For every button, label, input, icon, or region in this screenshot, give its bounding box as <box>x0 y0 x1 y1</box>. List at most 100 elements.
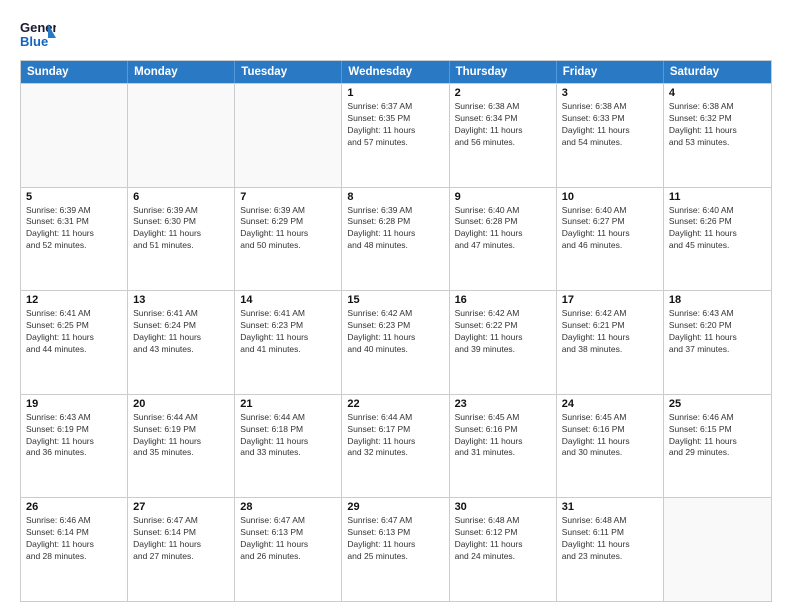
day-number: 7 <box>240 191 336 203</box>
day-cell-22: 22Sunrise: 6:44 AM Sunset: 6:17 PM Dayli… <box>342 395 449 498</box>
day-number: 28 <box>240 501 336 513</box>
page: General Blue SundayMondayTuesdayWednesda… <box>0 0 792 612</box>
day-info: Sunrise: 6:47 AM Sunset: 6:13 PM Dayligh… <box>347 515 443 563</box>
day-cell-20: 20 Sunrise: 6:44 AM Sunset: 6:19 PM Dayli… <box>128 395 235 498</box>
day-info: Sunrise: 6:45 AM Sunset: 6:16 PM Dayligh… <box>455 412 551 460</box>
day-cell-23: 23 Sunrise: 6:45 AM Sunset: 6:16 PM Dayli… <box>450 395 557 498</box>
day-number: 3 <box>562 87 658 99</box>
day-info: Sunrise: 6:39 AM Sunset: 6:31 PM Dayligh… <box>26 205 122 253</box>
day-number: 23 <box>455 398 551 410</box>
day-number: 26 <box>26 501 122 513</box>
day-cell-3: 3 Sunrise: 6:38 AM Sunset: 6:33 PM Daylig… <box>557 84 664 187</box>
day-cell-28: 28Sunrise: 6:47 AM Sunset: 6:13 PM Dayli… <box>235 498 342 601</box>
day-number: 4 <box>669 87 766 99</box>
day-info: Sunrise: 6:42 AM Sunset: 6:21 PM Dayligh… <box>562 308 658 356</box>
day-cell-8: 8 Sunrise: 6:39 AM Sunset: 6:28 PM Daylig… <box>342 188 449 291</box>
day-number: 10 <box>562 191 658 203</box>
calendar-body: 1 Sunrise: 6:37 AM Sunset: 6:35 PM Daylig… <box>21 83 771 601</box>
day-cell-25: 25 Sunrise: 6:46 AM Sunset: 6:15 PM Dayli… <box>664 395 771 498</box>
day-info: Sunrise: 6:39 AM Sunset: 6:30 PM Dayligh… <box>133 205 229 253</box>
day-number: 29 <box>347 501 443 513</box>
day-number: 12 <box>26 294 122 306</box>
day-info: Sunrise: 6:42 AM Sunset: 6:23 PM Dayligh… <box>347 308 443 356</box>
day-cell-2: 2Sunrise: 6:38 AM Sunset: 6:34 PM Daylig… <box>450 84 557 187</box>
day-cell-31: 31 Sunrise: 6:48 AM Sunset: 6:11 PM Dayli… <box>557 498 664 601</box>
day-info: Sunrise: 6:44 AM Sunset: 6:19 PM Dayligh… <box>133 412 229 460</box>
day-number: 17 <box>562 294 658 306</box>
day-number: 11 <box>669 191 766 203</box>
empty-cell-r4c6 <box>664 498 771 601</box>
logo-icon: General Blue <box>20 16 56 52</box>
day-cell-29: 29 Sunrise: 6:47 AM Sunset: 6:13 PM Dayli… <box>342 498 449 601</box>
day-cell-14: 14 Sunrise: 6:41 AM Sunset: 6:23 PM Dayli… <box>235 291 342 394</box>
calendar-header: SundayMondayTuesdayWednesdayThursdayFrid… <box>21 61 771 83</box>
day-number: 22 <box>347 398 443 410</box>
day-info: Sunrise: 6:41 AM Sunset: 6:25 PM Dayligh… <box>26 308 122 356</box>
calendar-row-2: 5 Sunrise: 6:39 AM Sunset: 6:31 PM Daylig… <box>21 187 771 291</box>
calendar-row-5: 26 Sunrise: 6:46 AM Sunset: 6:14 PM Dayli… <box>21 497 771 601</box>
day-cell-27: 27Sunrise: 6:47 AM Sunset: 6:14 PM Dayli… <box>128 498 235 601</box>
weekday-header-monday: Monday <box>128 61 235 83</box>
header: General Blue <box>20 16 772 52</box>
day-number: 13 <box>133 294 229 306</box>
weekday-header-sunday: Sunday <box>21 61 128 83</box>
weekday-header-friday: Friday <box>557 61 664 83</box>
day-info: Sunrise: 6:48 AM Sunset: 6:11 PM Dayligh… <box>562 515 658 563</box>
day-number: 5 <box>26 191 122 203</box>
logo: General Blue <box>20 16 56 52</box>
day-info: Sunrise: 6:43 AM Sunset: 6:20 PM Dayligh… <box>669 308 766 356</box>
day-info: Sunrise: 6:44 AM Sunset: 6:18 PM Dayligh… <box>240 412 336 460</box>
weekday-header-saturday: Saturday <box>664 61 771 83</box>
day-cell-13: 13Sunrise: 6:41 AM Sunset: 6:24 PM Dayli… <box>128 291 235 394</box>
weekday-header-thursday: Thursday <box>450 61 557 83</box>
day-number: 24 <box>562 398 658 410</box>
day-number: 21 <box>240 398 336 410</box>
day-number: 31 <box>562 501 658 513</box>
day-info: Sunrise: 6:46 AM Sunset: 6:14 PM Dayligh… <box>26 515 122 563</box>
day-info: Sunrise: 6:41 AM Sunset: 6:23 PM Dayligh… <box>240 308 336 356</box>
day-cell-12: 12 Sunrise: 6:41 AM Sunset: 6:25 PM Dayli… <box>21 291 128 394</box>
day-info: Sunrise: 6:38 AM Sunset: 6:33 PM Dayligh… <box>562 101 658 149</box>
weekday-header-wednesday: Wednesday <box>342 61 449 83</box>
day-cell-11: 11 Sunrise: 6:40 AM Sunset: 6:26 PM Dayli… <box>664 188 771 291</box>
day-number: 6 <box>133 191 229 203</box>
day-cell-24: 24 Sunrise: 6:45 AM Sunset: 6:16 PM Dayli… <box>557 395 664 498</box>
calendar-row-1: 1 Sunrise: 6:37 AM Sunset: 6:35 PM Daylig… <box>21 83 771 187</box>
day-number: 15 <box>347 294 443 306</box>
day-number: 25 <box>669 398 766 410</box>
svg-text:Blue: Blue <box>20 34 48 49</box>
weekday-header-tuesday: Tuesday <box>235 61 342 83</box>
day-number: 27 <box>133 501 229 513</box>
day-number: 30 <box>455 501 551 513</box>
day-info: Sunrise: 6:39 AM Sunset: 6:29 PM Dayligh… <box>240 205 336 253</box>
day-info: Sunrise: 6:46 AM Sunset: 6:15 PM Dayligh… <box>669 412 766 460</box>
day-number: 16 <box>455 294 551 306</box>
day-info: Sunrise: 6:40 AM Sunset: 6:28 PM Dayligh… <box>455 205 551 253</box>
day-number: 20 <box>133 398 229 410</box>
day-cell-10: 10 Sunrise: 6:40 AM Sunset: 6:27 PM Dayli… <box>557 188 664 291</box>
day-number: 2 <box>455 87 551 99</box>
calendar-row-4: 19 Sunrise: 6:43 AM Sunset: 6:19 PM Dayli… <box>21 394 771 498</box>
day-cell-5: 5 Sunrise: 6:39 AM Sunset: 6:31 PM Daylig… <box>21 188 128 291</box>
day-info: Sunrise: 6:38 AM Sunset: 6:32 PM Dayligh… <box>669 101 766 149</box>
day-number: 18 <box>669 294 766 306</box>
day-info: Sunrise: 6:39 AM Sunset: 6:28 PM Dayligh… <box>347 205 443 253</box>
day-cell-26: 26 Sunrise: 6:46 AM Sunset: 6:14 PM Dayli… <box>21 498 128 601</box>
day-info: Sunrise: 6:40 AM Sunset: 6:26 PM Dayligh… <box>669 205 766 253</box>
day-cell-19: 19 Sunrise: 6:43 AM Sunset: 6:19 PM Dayli… <box>21 395 128 498</box>
day-number: 19 <box>26 398 122 410</box>
day-info: Sunrise: 6:43 AM Sunset: 6:19 PM Dayligh… <box>26 412 122 460</box>
day-info: Sunrise: 6:40 AM Sunset: 6:27 PM Dayligh… <box>562 205 658 253</box>
empty-cell-r0c1 <box>128 84 235 187</box>
empty-cell-r0c2 <box>235 84 342 187</box>
day-number: 1 <box>347 87 443 99</box>
day-info: Sunrise: 6:45 AM Sunset: 6:16 PM Dayligh… <box>562 412 658 460</box>
day-cell-30: 30Sunrise: 6:48 AM Sunset: 6:12 PM Dayli… <box>450 498 557 601</box>
day-cell-16: 16Sunrise: 6:42 AM Sunset: 6:22 PM Dayli… <box>450 291 557 394</box>
day-info: Sunrise: 6:37 AM Sunset: 6:35 PM Dayligh… <box>347 101 443 149</box>
day-cell-6: 6 Sunrise: 6:39 AM Sunset: 6:30 PM Daylig… <box>128 188 235 291</box>
day-cell-7: 7 Sunrise: 6:39 AM Sunset: 6:29 PM Daylig… <box>235 188 342 291</box>
day-number: 8 <box>347 191 443 203</box>
day-number: 14 <box>240 294 336 306</box>
day-cell-1: 1 Sunrise: 6:37 AM Sunset: 6:35 PM Daylig… <box>342 84 449 187</box>
